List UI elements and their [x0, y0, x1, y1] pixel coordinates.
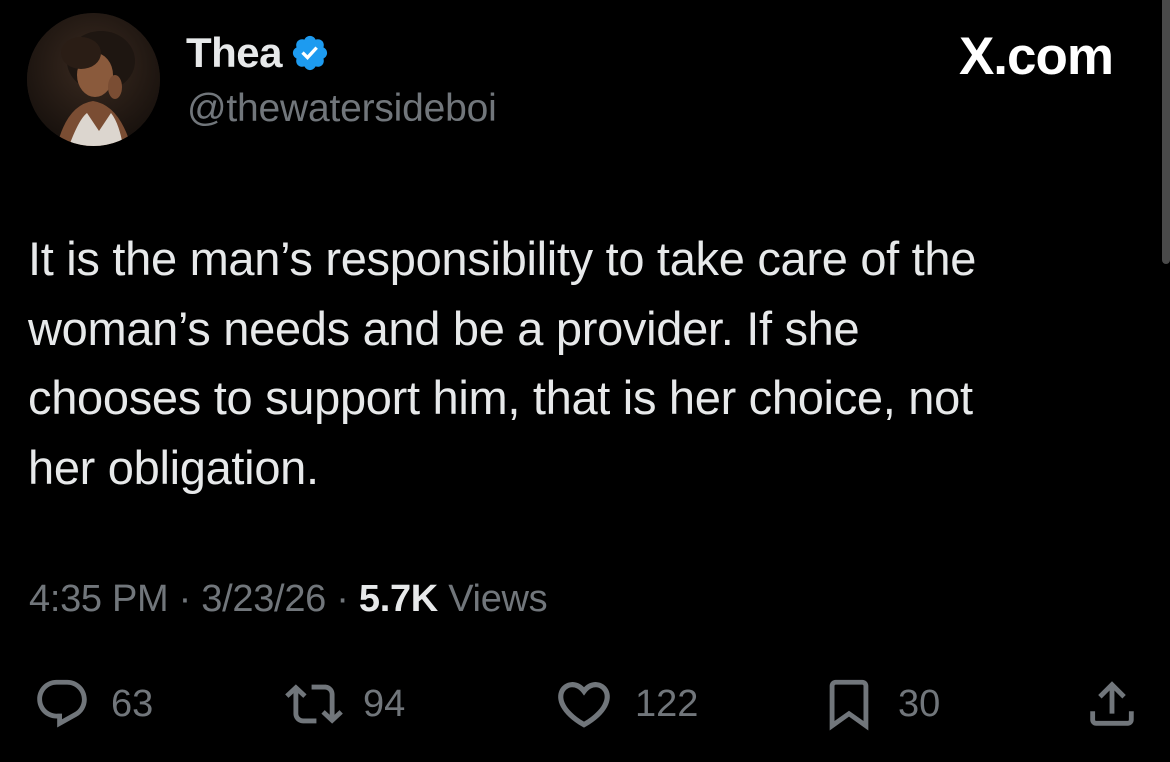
user-handle[interactable]: @thewatersideboi: [187, 87, 497, 131]
tweet-text: It is the man’s responsibility to take c…: [28, 224, 1128, 502]
name-row: Thea: [186, 28, 330, 78]
brand-text: X.com: [958, 26, 1114, 86]
tweet-date[interactable]: 3/23/26: [201, 578, 326, 620]
heart-icon: [558, 682, 610, 728]
display-name[interactable]: Thea: [186, 29, 283, 77]
repost-icon: [285, 684, 343, 724]
meta-separator: ·: [168, 578, 202, 620]
bookmark-button[interactable]: 30: [820, 672, 940, 736]
verified-badge-icon[interactable]: [290, 33, 330, 73]
share-button[interactable]: [1083, 672, 1141, 736]
like-button[interactable]: 122: [553, 672, 698, 736]
avatar[interactable]: [27, 13, 160, 146]
repost-button[interactable]: 94: [285, 672, 405, 736]
tweet-meta: 4:35 PM · 3/23/26 · 5.7K Views: [29, 578, 548, 621]
action-bar: 63 94 122 30: [0, 672, 1170, 736]
tweet-time[interactable]: 4:35 PM: [29, 578, 169, 620]
tweet-text-line: her obligation.: [28, 440, 319, 494]
tweet-text-line: chooses to support him, that is her choi…: [28, 371, 973, 424]
reply-count: 63: [111, 682, 154, 725]
scrollbar[interactable]: [1162, 0, 1170, 264]
views-count: 5.7K: [358, 578, 438, 620]
bookmark-icon: [829, 679, 869, 731]
meta-separator: ·: [325, 578, 359, 620]
tweet-text-line: It is the man’s responsibility to take c…: [28, 232, 977, 285]
tweet-card: Thea @thewatersideboi X.com It is the ma…: [0, 0, 1170, 762]
share-icon: [1090, 681, 1134, 726]
x-com-logo: X.com: [958, 26, 1114, 86]
views-label: Views: [448, 578, 548, 620]
repost-count: 94: [363, 682, 406, 725]
like-count: 122: [635, 682, 699, 725]
reply-icon: [37, 679, 87, 728]
bookmark-count: 30: [898, 682, 941, 725]
profile-photo-icon: [27, 13, 160, 146]
tweet-text-line: woman’s needs and be a provider. If she: [28, 301, 860, 355]
reply-button[interactable]: 63: [33, 672, 153, 736]
